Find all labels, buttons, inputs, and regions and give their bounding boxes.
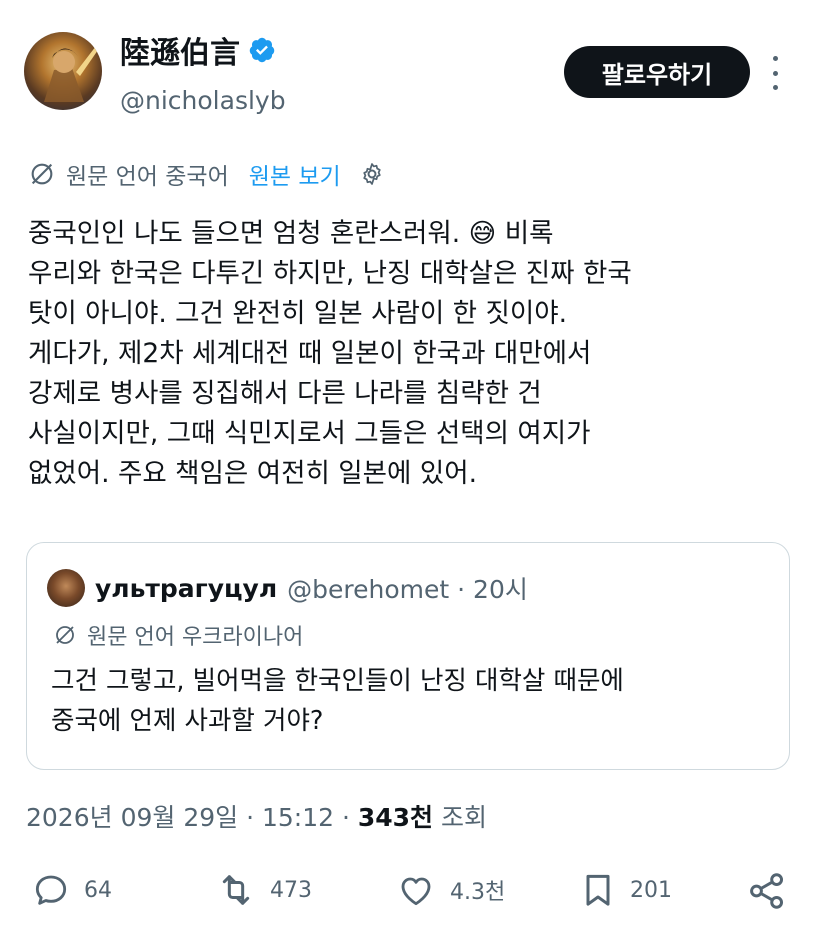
author-avatar[interactable] (24, 32, 102, 110)
quoted-author-meta: @berehomet · 20시 (287, 575, 528, 604)
reply-icon (35, 875, 67, 905)
follow-button[interactable]: 팔로우하기 (564, 46, 750, 98)
quoted-post-text: 그건 그렇고, 빌어먹을 한국인들이 난징 대학살 때문에 중국에 언제 사과할… (51, 666, 624, 736)
bookmark-button[interactable]: 201 (578, 870, 672, 910)
translation-bar: 원문 언어 중국어 원본 보기 (28, 156, 385, 192)
author-display-name[interactable]: 陸遜伯言 (120, 28, 240, 72)
post-meta: 2026년 09월 29일 · 15:12 · 343천 조회 (26, 798, 487, 834)
quoted-post-header: ультрагуцул @berehomet · 20시 (47, 569, 528, 607)
translate-icon (56, 626, 74, 644)
like-button[interactable]: 4.3천 (394, 870, 505, 910)
show-original-link[interactable]: 원본 보기 (249, 157, 341, 191)
bookmark-count: 201 (630, 877, 672, 903)
views-count: 343천 (357, 803, 434, 832)
repost-button[interactable]: 473 (214, 870, 312, 910)
gear-icon[interactable] (359, 161, 385, 187)
repost-count: 473 (270, 877, 312, 903)
share-icon (750, 873, 784, 909)
avatar-artwork (44, 46, 98, 102)
repost-icon (222, 875, 250, 905)
action-bar: 64 473 4.3천 201 (30, 870, 790, 920)
post-text-rest: 우리와 한국은 다투긴 하지만, 난징 대학살은 진짜 한국 탓이 아니야. 그… (28, 258, 632, 489)
quoted-translation-label: 원문 언어 우크라이나어 (87, 625, 304, 650)
quoted-author-name[interactable]: ультрагуцул (95, 574, 277, 603)
sweat-smile-emoji: 😅 (468, 218, 497, 249)
more-dot (772, 70, 778, 76)
meta-separator: · (334, 803, 358, 832)
more-dot (772, 56, 778, 61)
more-dot (772, 85, 778, 90)
post-timestamp[interactable]: 2026년 09월 29일 · 15:12 (26, 803, 334, 832)
post-line-1b: 비록 (496, 218, 554, 249)
verified-badge-icon (249, 37, 275, 63)
translate-icon (31, 163, 53, 185)
share-button[interactable] (746, 870, 788, 912)
views-label: 조회 (433, 803, 488, 832)
heart-icon (401, 877, 431, 906)
more-options-icon[interactable] (764, 56, 786, 90)
reply-count: 64 (84, 877, 112, 903)
bookmark-icon (586, 874, 610, 906)
author-handle[interactable]: @nicholaslyb (120, 86, 286, 115)
post-text: 중국인인 나도 들으면 엄청 혼란스러워. 😅 비록 우리와 한국은 다투긴 하… (28, 214, 798, 494)
reply-button[interactable]: 64 (30, 870, 112, 910)
like-count: 4.3천 (450, 880, 506, 905)
quoted-post[interactable]: ультрагуцул @berehomet · 20시 원문 언어 우크라이나… (26, 542, 790, 770)
quoted-translation-bar: 원문 언어 우크라이나어 (53, 619, 303, 651)
translation-label: 원문 언어 중국어 (66, 164, 229, 190)
quoted-author-avatar[interactable] (47, 569, 85, 607)
author-name[interactable]: 陸遜伯言 (120, 28, 276, 72)
post-line-1a: 중국인인 나도 들으면 엄청 혼란스러워. (28, 218, 469, 249)
